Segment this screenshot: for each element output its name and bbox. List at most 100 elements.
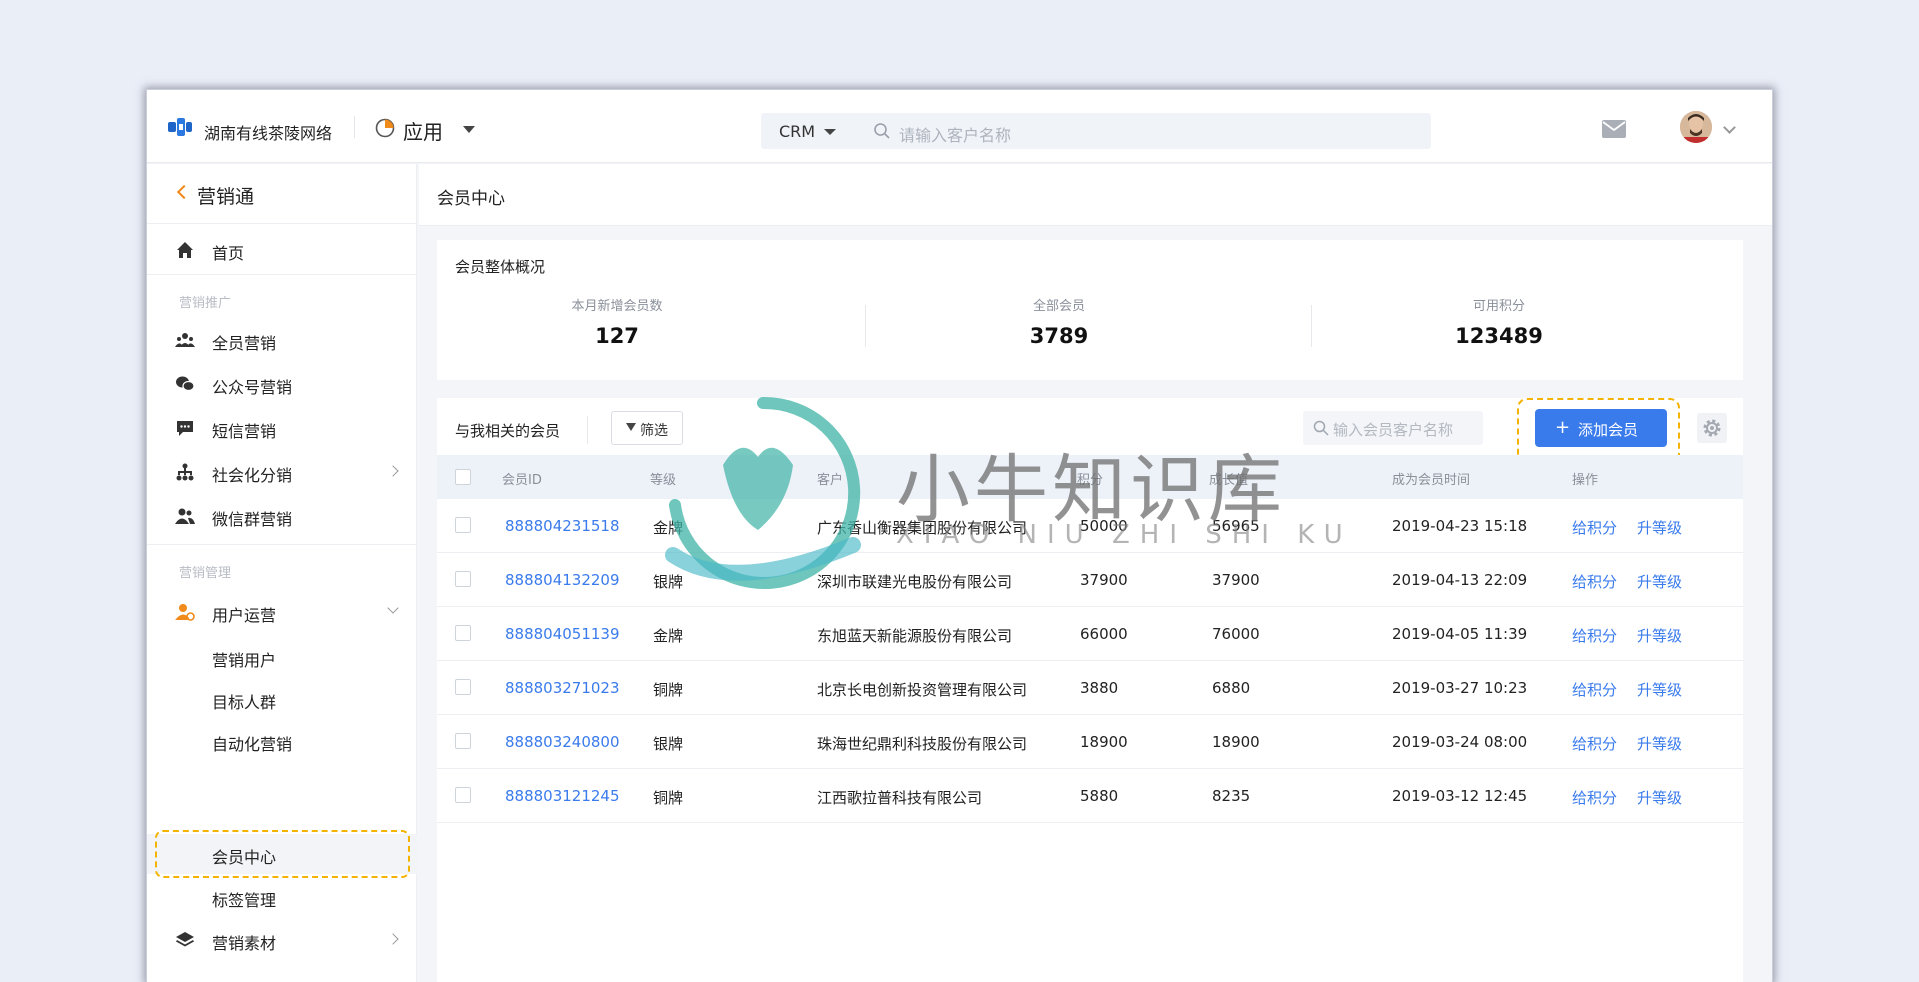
upgrade-level-link[interactable]: 升等级 <box>1637 787 1682 808</box>
sidebar-item-materials[interactable]: 营销素材 <box>147 920 417 960</box>
app-pie-icon[interactable] <box>375 118 395 138</box>
member-growth: 8235 <box>1212 787 1251 805</box>
sidebar-subitem-marketing-users[interactable]: 营销用户 <box>147 638 417 676</box>
member-id-link[interactable]: 888803240800 <box>505 733 620 751</box>
customer-name: 北京长电创新投资管理有限公司 <box>817 681 1028 699</box>
sidebar-subitem-tag-management[interactable]: 标签管理 <box>147 878 417 916</box>
user-avatar[interactable] <box>1680 111 1712 143</box>
sidebar-subitem-target-audience[interactable]: 目标人群 <box>147 680 417 718</box>
member-id-link[interactable]: 888803121245 <box>505 787 620 805</box>
back-arrow-icon[interactable] <box>176 184 192 200</box>
member-growth: 37900 <box>1212 571 1260 589</box>
member-id-link[interactable]: 888804132209 <box>505 571 620 589</box>
row-checkbox[interactable] <box>455 787 471 803</box>
overview-title: 会员整体概况 <box>455 258 546 276</box>
chevron-right-icon[interactable] <box>387 465 399 477</box>
sidebar-item-all-staff[interactable]: 全员营销 <box>147 320 417 360</box>
sidebar-item-sms[interactable]: 短信营销 <box>147 408 417 448</box>
layers-icon <box>176 932 194 947</box>
sidebar-module-title[interactable]: 营销通 <box>197 182 254 209</box>
home-icon <box>177 242 193 258</box>
caret-down-icon[interactable] <box>824 129 836 135</box>
row-checkbox[interactable] <box>455 571 471 587</box>
member-level: 银牌 <box>653 735 684 753</box>
sidebar-item-wechat-group[interactable]: 微信群营销 <box>147 496 417 536</box>
sidebar-item-label: 首页 <box>212 244 245 263</box>
sidebar-item-label: 全员营销 <box>212 334 277 353</box>
sidebar-subitem-automation[interactable]: 自动化营销 <box>147 722 417 760</box>
member-level: 铜牌 <box>653 789 684 807</box>
members-title: 与我相关的会员 <box>455 422 561 440</box>
column-header[interactable]: 会员ID <box>502 469 542 488</box>
member-id-link[interactable]: 888804231518 <box>505 517 620 535</box>
sidebar-item-label: 营销素材 <box>212 934 277 953</box>
chevron-down-icon[interactable] <box>387 602 399 614</box>
member-points: 18900 <box>1080 733 1128 751</box>
stat-new-members: 本月新增会员数 127 <box>437 295 797 348</box>
settings-button[interactable] <box>1697 413 1727 443</box>
table-row[interactable]: 888804051139 金牌 东旭蓝天新能源股份有限公司 66000 7600… <box>437 607 1743 661</box>
sidebar-item-official-account[interactable]: 公众号营销 <box>147 364 417 404</box>
member-since: 2019-03-12 12:45 <box>1392 787 1528 805</box>
sidebar-item-label: 营销用户 <box>212 651 277 670</box>
chevron-down-icon[interactable] <box>1723 121 1736 134</box>
upgrade-level-link[interactable]: 升等级 <box>1637 625 1682 646</box>
search-scope-select[interactable]: CRM <box>779 122 815 141</box>
upgrade-level-link[interactable]: 升等级 <box>1637 679 1682 700</box>
give-points-link[interactable]: 给积分 <box>1572 517 1617 538</box>
member-search-input[interactable]: 输入会员客户名称 <box>1303 411 1483 445</box>
stat-value: 127 <box>595 324 639 348</box>
table-row[interactable]: 888803271023 铜牌 北京长电创新投资管理有限公司 3880 6880… <box>437 661 1743 715</box>
upgrade-level-link[interactable]: 升等级 <box>1637 571 1682 592</box>
upgrade-level-link[interactable]: 升等级 <box>1637 517 1682 538</box>
column-header: 操作 <box>1572 473 1599 488</box>
brand-name: 湖南有线茶陵网络 <box>204 124 333 143</box>
sidebar-back[interactable]: 营销通 <box>147 164 417 224</box>
sidebar-item-social-distribution[interactable]: 社会化分销 <box>147 452 417 492</box>
table-row[interactable]: 888804132209 银牌 深圳市联建光电股份有限公司 37900 3790… <box>437 553 1743 607</box>
search-icon <box>1313 420 1329 436</box>
upgrade-level-link[interactable]: 升等级 <box>1637 733 1682 754</box>
global-search[interactable]: CRM 请输入客户名称 <box>761 113 1431 149</box>
member-since: 2019-03-24 08:00 <box>1392 733 1528 751</box>
give-points-link[interactable]: 给积分 <box>1572 733 1617 754</box>
toolbar-divider <box>587 416 588 444</box>
customer-name: 江西歌拉普科技有限公司 <box>817 789 983 807</box>
customer-name: 东旭蓝天新能源股份有限公司 <box>817 627 1013 645</box>
select-all-checkbox[interactable] <box>455 469 471 485</box>
member-points: 66000 <box>1080 625 1128 643</box>
row-checkbox[interactable] <box>455 679 471 695</box>
chevron-right-icon[interactable] <box>387 933 399 945</box>
stat-label: 可用积分 <box>1472 299 1525 314</box>
add-member-button[interactable]: + 添加会员 <box>1535 409 1667 447</box>
app-switcher[interactable]: 应用 <box>403 116 443 145</box>
stat-divider <box>865 305 866 347</box>
mail-icon[interactable] <box>1602 120 1626 138</box>
member-points: 5880 <box>1080 787 1119 805</box>
caret-down-icon[interactable] <box>463 126 475 133</box>
row-checkbox[interactable] <box>455 625 471 641</box>
member-since: 2019-04-05 11:39 <box>1392 625 1528 643</box>
give-points-link[interactable]: 给积分 <box>1572 679 1617 700</box>
give-points-link[interactable]: 给积分 <box>1572 625 1617 646</box>
table-row[interactable]: 888803240800 银牌 珠海世纪鼎利科技股份有限公司 18900 189… <box>437 715 1743 769</box>
give-points-link[interactable]: 给积分 <box>1572 571 1617 592</box>
stat-label: 全部会员 <box>1032 299 1085 314</box>
sidebar-item-label: 微信群营销 <box>212 510 293 529</box>
stat-all-members: 全部会员 3789 <box>879 295 1239 348</box>
sidebar-item-label: 用户运营 <box>212 606 277 625</box>
row-checkbox[interactable] <box>455 517 471 533</box>
give-points-link[interactable]: 给积分 <box>1572 787 1617 808</box>
sidebar-item-home[interactable]: 首页 <box>147 230 417 270</box>
row-checkbox[interactable] <box>455 733 471 749</box>
search-input[interactable]: 请输入客户名称 <box>899 122 1011 146</box>
watermark-logo-icon <box>665 396 861 589</box>
sidebar-item-user-ops[interactable]: 用户运营 <box>147 592 417 632</box>
column-header[interactable]: 成为会员时间 <box>1392 469 1470 488</box>
member-id-link[interactable]: 888803271023 <box>505 679 620 697</box>
topbar-divider <box>354 116 355 138</box>
table-row[interactable]: 888803121245 铜牌 江西歌拉普科技有限公司 5880 8235 20… <box>437 769 1743 823</box>
group-icon <box>175 508 195 524</box>
stat-label: 本月新增会员数 <box>571 299 663 314</box>
member-id-link[interactable]: 888804051139 <box>505 625 620 643</box>
